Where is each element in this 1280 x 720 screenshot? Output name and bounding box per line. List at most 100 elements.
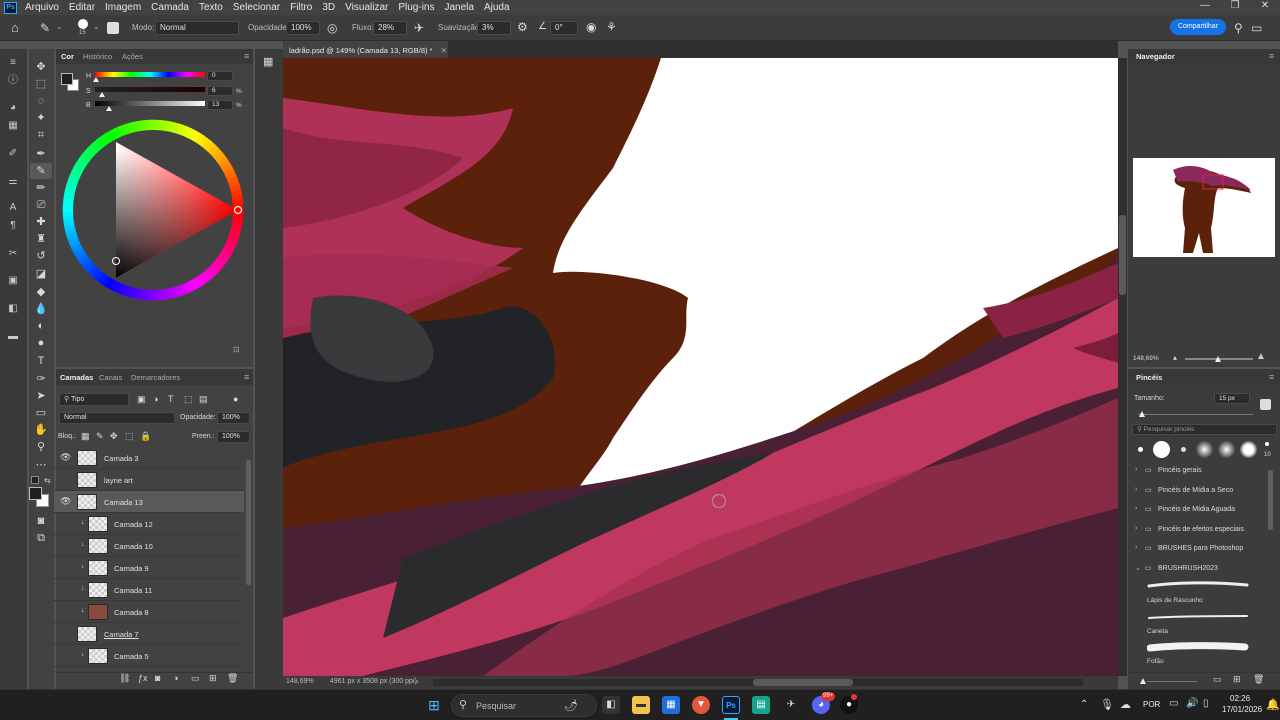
status-more-icon[interactable]: ›	[416, 677, 419, 686]
layer-mask-icon[interactable]: ◙	[155, 673, 160, 683]
hue-slider[interactable]	[95, 72, 205, 77]
layer-name[interactable]: Camada 7	[104, 630, 139, 639]
trash-icon[interactable]: 🗑	[227, 673, 238, 684]
filter-adjustment-icon[interactable]: ◑	[153, 394, 158, 404]
visibility-eye-icon[interactable]: 👁	[60, 452, 71, 463]
adjustment-layer-icon[interactable]: ◑	[173, 673, 178, 683]
smoothing-input[interactable]: 3%	[477, 21, 511, 35]
tools-icon[interactable]: ✂	[6, 247, 20, 261]
brush-size-input[interactable]: 15 px	[1214, 393, 1250, 404]
brush-stroke-preview-3[interactable]	[1146, 641, 1249, 653]
rectangle-tool-icon[interactable]: ▭	[30, 405, 52, 421]
smoothing-settings-gear-icon[interactable]: ⚙	[517, 20, 528, 34]
menu-ajuda[interactable]: Ajuda	[480, 2, 516, 13]
folder-chevron-icon[interactable]: ›	[1135, 505, 1137, 512]
search-icon[interactable]: ⚲	[1234, 21, 1243, 35]
brush-tool-preset-icon[interactable]: ✎	[40, 21, 50, 35]
brush-size-slider[interactable]	[1138, 414, 1253, 415]
lock-transparent-icon[interactable]: ▦	[81, 431, 90, 442]
clock-date[interactable]: 17/01/2026	[1222, 705, 1262, 714]
brushes-title[interactable]: Pincéis	[1136, 373, 1162, 382]
symmetry-icon[interactable]: ⚘	[606, 20, 617, 34]
close-window-button[interactable]: ✕	[1250, 0, 1280, 15]
layer-thumbnail[interactable]	[77, 626, 97, 642]
horizontal-scroll-thumb[interactable]	[753, 679, 853, 686]
layers-panel-menu-icon[interactable]: ≡	[244, 372, 249, 382]
default-colors-icon[interactable]	[31, 476, 39, 484]
folder-chevron-icon[interactable]: ›	[1135, 466, 1137, 473]
brush-preset-4[interactable]	[1196, 441, 1213, 458]
layer-row[interactable]: 👁 Camada 3	[54, 447, 244, 469]
brush-preset-2[interactable]	[1153, 441, 1170, 458]
brave-icon[interactable]: ▼	[692, 696, 710, 714]
zoom-status[interactable]: 148,69%	[286, 678, 314, 685]
layer-name[interactable]: Camada 9	[114, 564, 149, 573]
saturation-slider-handle[interactable]	[99, 92, 105, 97]
layer-name[interactable]: Camada 8	[114, 608, 149, 617]
layer-thumbnail[interactable]	[88, 604, 108, 620]
brush-preset-3[interactable]	[1181, 447, 1186, 452]
layer-thumbnail[interactable]	[77, 450, 97, 466]
filter-toggle-icon[interactable]: ●	[233, 394, 238, 404]
chevron-down-icon[interactable]: ⌄	[93, 22, 100, 31]
brush-name-3[interactable]: Fofão	[1147, 658, 1164, 665]
color-icon[interactable]: ◕	[6, 101, 20, 115]
menu-camada[interactable]: Camada	[147, 2, 195, 13]
pencil-tool-icon[interactable]: ✏	[30, 180, 52, 196]
folder-chevron-icon[interactable]: ›	[1135, 525, 1137, 532]
tab-demarcadores[interactable]: Demarcadores	[131, 373, 180, 382]
taskbar-search-box[interactable]: ⚲ Pesquisar 🌶	[451, 694, 597, 717]
panel-menu-icon[interactable]: ≡	[244, 51, 249, 61]
paint-bucket-tool-icon[interactable]: ◆	[30, 284, 52, 300]
filter-type-icon[interactable]: T	[168, 394, 174, 404]
brush-preview-size-slider[interactable]	[1147, 681, 1197, 682]
brightness-slider-handle[interactable]	[106, 106, 112, 111]
network-icon[interactable]: ▭	[1169, 698, 1178, 709]
brush-folder[interactable]: › ▭ Pincéis de Mídia a Seco	[1131, 482, 1271, 501]
brush-tool-icon[interactable]: ✎	[30, 163, 52, 179]
eraser-tool-icon[interactable]: ◪	[30, 266, 52, 282]
brush-name-2[interactable]: Caneta	[1147, 628, 1168, 635]
eyedropper-tool-icon[interactable]: ✒	[30, 146, 52, 162]
layer-name[interactable]: Camada 12	[114, 520, 153, 529]
file-explorer-icon[interactable]: ▬	[632, 696, 650, 714]
layer-name[interactable]: Camada 13	[104, 498, 143, 507]
s-input[interactable]: 6	[207, 86, 233, 96]
layer-thumbnail[interactable]	[88, 538, 108, 554]
layer-thumbnail[interactable]	[88, 560, 108, 576]
layer-thumbnail[interactable]	[77, 494, 97, 510]
tab-acoes[interactable]: Ações	[122, 52, 143, 61]
new-layer-icon[interactable]: ⊞	[209, 673, 217, 684]
layer-row[interactable]: ↓ Camada 5	[54, 645, 244, 667]
layer-row[interactable]: ↓ Camada 10	[54, 535, 244, 557]
brush-folder[interactable]: › ▭ Pincéis gerais	[1131, 462, 1271, 481]
visibility-toggle[interactable]	[58, 584, 69, 595]
dodge-tool-icon[interactable]: ◐	[30, 318, 52, 334]
layer-thumbnail[interactable]	[88, 582, 108, 598]
layer-row[interactable]: Camada 7	[54, 623, 244, 645]
layer-name[interactable]: Camada 3	[104, 454, 139, 463]
hue-segment[interactable]	[232, 211, 244, 218]
healing-brush-tool-icon[interactable]: ✚	[30, 214, 52, 230]
adjustments-icon[interactable]: ⚌	[6, 175, 20, 189]
more-tools-icon[interactable]: ⋯	[30, 457, 52, 473]
filter-smart-icon[interactable]: ▤	[199, 394, 208, 405]
menu-filtro[interactable]: Filtro	[286, 2, 318, 13]
layer-thumbnail[interactable]	[88, 516, 108, 532]
flow-input[interactable]: 28%	[373, 21, 407, 35]
brush-stroke-preview-1[interactable]	[1147, 579, 1249, 591]
brush-settings-icon[interactable]	[107, 22, 119, 34]
path-selection-tool-icon[interactable]: ➤	[30, 388, 52, 404]
new-brush-icon[interactable]	[1260, 399, 1271, 410]
history-brush-tool-icon[interactable]: ↺	[30, 248, 52, 264]
new-brush-preset-icon[interactable]: ⊞	[1233, 674, 1241, 685]
navigator-title[interactable]: Navegador	[1136, 52, 1175, 61]
brush-preview-size-handle[interactable]	[1140, 678, 1146, 684]
arrange-icon[interactable]: ▦	[263, 55, 273, 68]
canvas-vertical-scrollbar[interactable]	[1118, 58, 1127, 676]
tab-camadas[interactable]: Camadas	[60, 373, 93, 382]
volume-icon[interactable]: 🔊	[1186, 698, 1198, 709]
photoshop-logo[interactable]: Ps	[4, 1, 17, 14]
layer-row[interactable]: ↓ Camada 11	[54, 579, 244, 601]
brush-preset-7[interactable]	[1265, 442, 1269, 446]
